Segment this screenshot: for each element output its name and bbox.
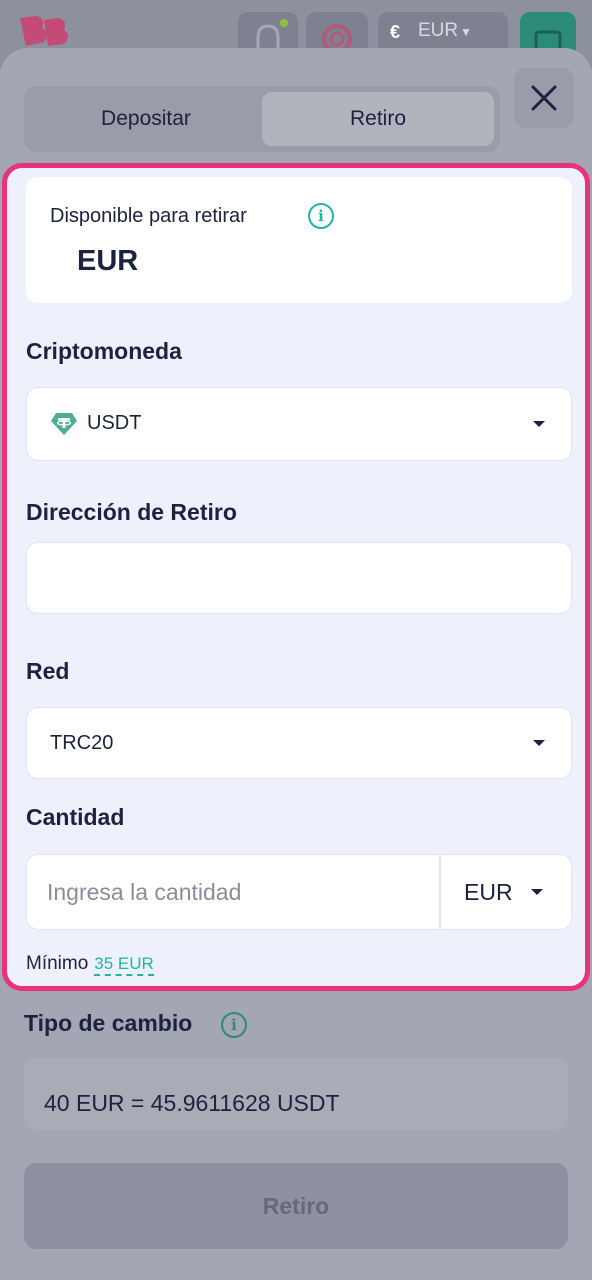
address-title: Dirección de Retiro	[26, 499, 237, 525]
network-selected: TRC20	[50, 732, 114, 754]
crypto-select[interactable]: USDT	[26, 387, 572, 461]
chevron-down-icon	[533, 740, 545, 746]
chevron-down-icon	[533, 421, 545, 427]
euro-icon: €	[390, 22, 401, 42]
address-input[interactable]	[26, 542, 572, 614]
exchange-rate-box: 40 EUR = 45.9611628 USDT	[24, 1058, 568, 1130]
tether-icon	[51, 413, 77, 435]
tab-deposit[interactable]: Depositar	[30, 92, 262, 146]
withdraw-form: Disponible para retirar i EUR Criptomone…	[2, 163, 590, 991]
withdraw-submit-button[interactable]: Retiro	[24, 1163, 568, 1249]
network-select[interactable]: TRC20	[26, 707, 572, 779]
close-button[interactable]	[514, 68, 574, 128]
amount-title: Cantidad	[26, 804, 125, 830]
close-icon	[531, 85, 557, 111]
available-label: Disponible para retirar	[50, 205, 247, 227]
minimum-value[interactable]: 35 EUR	[94, 954, 154, 976]
info-icon[interactable]: i	[221, 1012, 247, 1038]
network-title: Red	[26, 658, 70, 684]
amount-currency: EUR	[464, 879, 513, 905]
crypto-selected: USDT	[87, 412, 142, 434]
chevron-down-icon	[531, 889, 543, 895]
exchange-rate-title: Tipo de cambio	[24, 1010, 193, 1036]
crypto-title: Criptomoneda	[26, 338, 182, 364]
amount-currency-select[interactable]: EUR	[440, 854, 572, 930]
info-icon[interactable]: i	[308, 203, 334, 229]
amount-input[interactable]	[26, 854, 440, 930]
available-value: EUR	[77, 245, 139, 277]
minimum-note: Mínimo 35 EUR	[26, 953, 154, 976]
chevron-down-icon: ▼	[460, 25, 472, 39]
available-balance-card: Disponible para retirar i EUR	[26, 177, 572, 303]
tab-bar: Depositar Retiro	[24, 86, 500, 152]
exchange-rate-value: 40 EUR = 45.9611628 USDT	[44, 1090, 340, 1116]
currency-code: EUR	[418, 20, 459, 41]
minimum-label: Mínimo	[26, 953, 89, 974]
tab-withdraw[interactable]: Retiro	[262, 92, 494, 146]
